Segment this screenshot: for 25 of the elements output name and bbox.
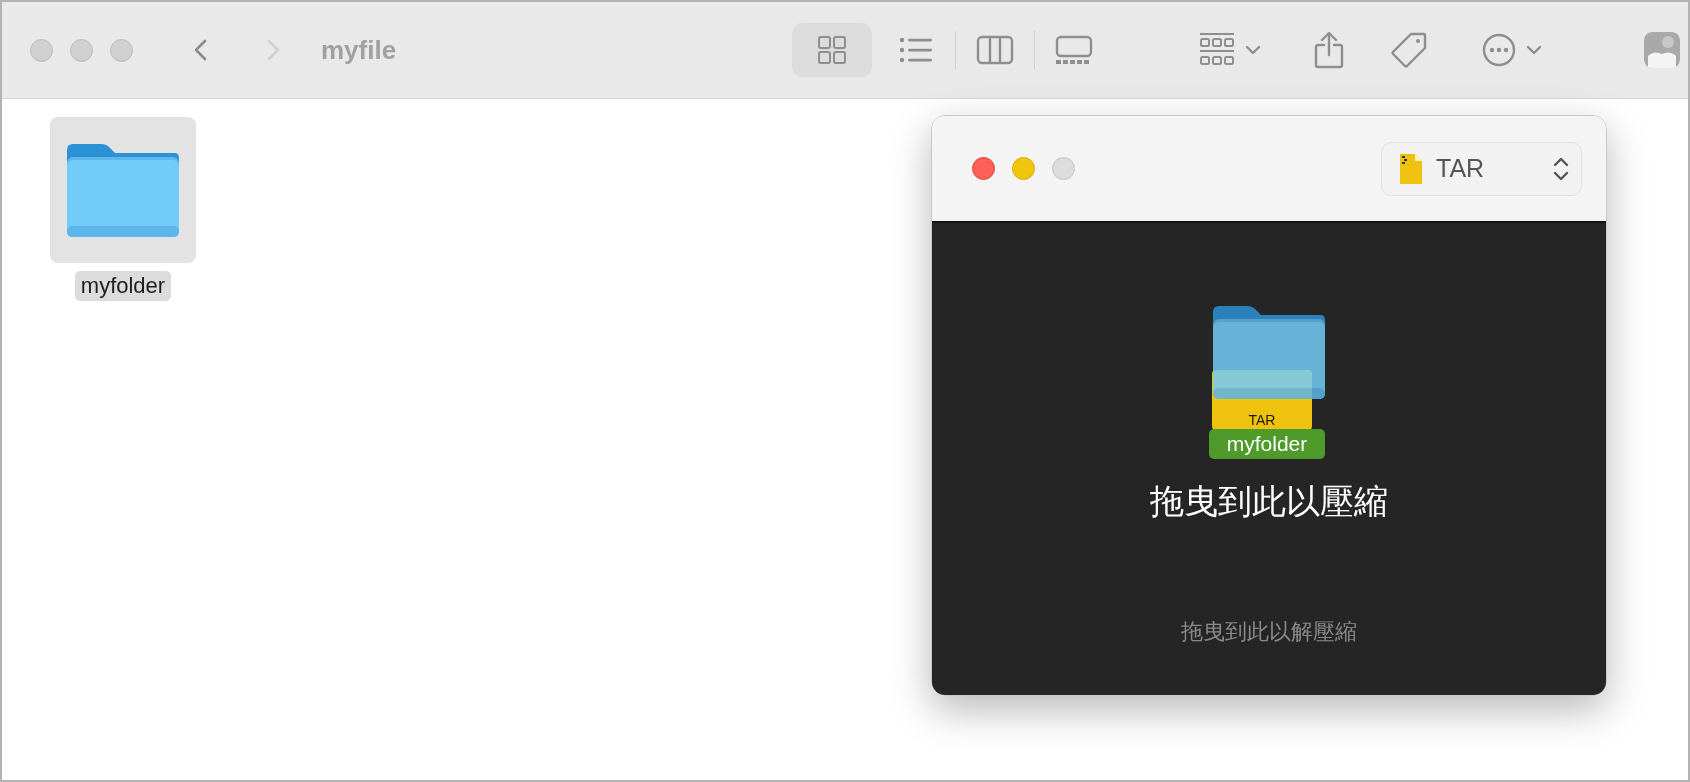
avatar-icon[interactable]	[1644, 32, 1680, 68]
chevron-down-icon	[1526, 45, 1542, 55]
updown-chevron-icon	[1553, 155, 1569, 182]
extract-hint: 拖曳到此以解壓縮	[1181, 618, 1357, 646]
group-icon	[1199, 32, 1235, 68]
gallery-view-icon	[1055, 35, 1093, 65]
close-button[interactable]	[972, 157, 995, 180]
minimize-button[interactable]	[1012, 157, 1035, 180]
compress-hint: 拖曳到此以壓縮	[1150, 480, 1388, 523]
format-select[interactable]: TAR	[1381, 141, 1582, 196]
window-title: myfile	[321, 34, 397, 66]
dragged-file-name: myfolder	[1209, 429, 1325, 459]
grid-view-icon	[817, 35, 847, 65]
tag-icon	[1390, 31, 1428, 69]
folder-tile[interactable]	[50, 117, 196, 263]
file-type-label: TAR	[1248, 412, 1276, 428]
list-view-icon	[899, 37, 933, 63]
column-view-icon	[976, 35, 1014, 65]
view-mode-button[interactable]	[792, 23, 872, 77]
chevron-down-icon	[1245, 45, 1261, 55]
zoom-button[interactable]	[1052, 157, 1075, 180]
ellipsis-icon	[1482, 33, 1516, 67]
file-name: myfolder	[74, 271, 172, 301]
archive-file-icon	[1400, 153, 1422, 184]
share-icon	[1314, 31, 1344, 69]
